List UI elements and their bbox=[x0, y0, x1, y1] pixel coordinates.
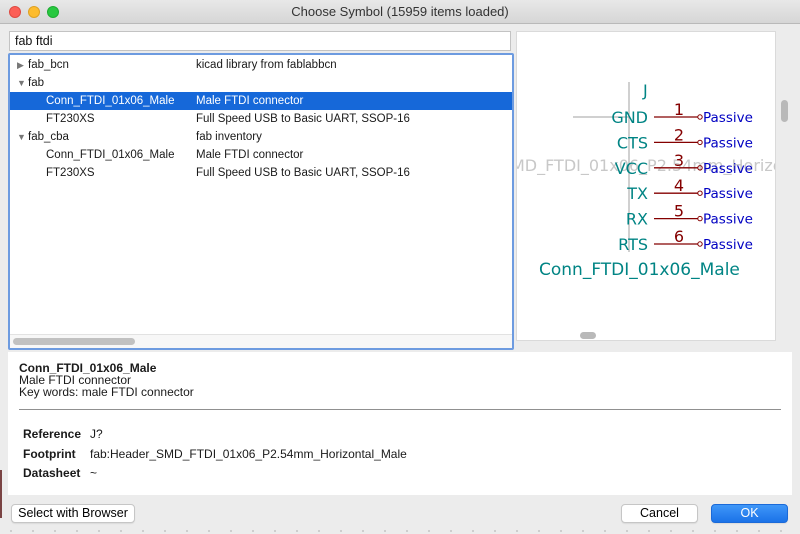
background-window-edge bbox=[0, 470, 2, 518]
library-row[interactable]: ▶ fab_bcn kicad library from fablabbcn bbox=[10, 56, 512, 74]
expand-arrow-icon[interactable]: ▶ bbox=[17, 56, 24, 74]
pin-name: GND bbox=[611, 108, 648, 127]
pin-name: CTS bbox=[617, 133, 648, 152]
pin-type: Passive bbox=[703, 212, 753, 228]
row-description: kicad library from fablabbcn bbox=[196, 59, 337, 71]
row-description: Full Speed USB to Basic UART, SSOP-16 bbox=[196, 113, 410, 125]
symbol-pin: TX 4 Passive bbox=[626, 176, 753, 203]
title-bar: Choose Symbol (15959 items loaded) bbox=[0, 0, 800, 24]
row-name: fab bbox=[28, 77, 44, 89]
pin-endpoint bbox=[697, 139, 703, 146]
ok-button[interactable]: OK bbox=[711, 504, 788, 523]
symbol-pin: CTS 2 Passive bbox=[617, 125, 753, 152]
footprint-label: Footprint bbox=[23, 447, 76, 461]
library-row[interactable]: ▼ fab_cba fab inventory bbox=[10, 128, 512, 146]
row-description: Male FTDI connector bbox=[196, 95, 304, 107]
symbol-preview-canvas: MD_FTDI_01x06_P2.54mm_Horizontal_Male J … bbox=[517, 81, 775, 280]
keywords-label: Key words: bbox=[19, 385, 79, 399]
preview-vertical-scrollbar[interactable] bbox=[781, 100, 788, 122]
cancel-button[interactable]: Cancel bbox=[621, 504, 698, 523]
row-name: Conn_FTDI_01x06_Male bbox=[46, 149, 175, 161]
collapse-arrow-icon[interactable]: ▼ bbox=[17, 74, 26, 92]
pin-number: 4 bbox=[674, 176, 684, 195]
footprint-value: fab:Header_SMD_FTDI_01x06_P2.54mm_Horizo… bbox=[90, 447, 407, 461]
datasheet-value: ~ bbox=[90, 466, 98, 480]
pin-name: TX bbox=[626, 184, 648, 203]
keywords-value: male FTDI connector bbox=[81, 385, 194, 399]
pin-name: VCC bbox=[615, 159, 648, 178]
pin-name: RTS bbox=[618, 235, 648, 254]
symbol-row[interactable]: Conn_FTDI_01x06_Male Male FTDI connector bbox=[10, 92, 512, 110]
pin-type: Passive bbox=[703, 135, 753, 151]
pin-number: 3 bbox=[674, 151, 684, 170]
symbol-pin: RX 5 Passive bbox=[626, 202, 753, 229]
symbol-reference: J bbox=[642, 81, 648, 100]
pin-number: 5 bbox=[674, 202, 684, 221]
symbol-row[interactable]: Conn_FTDI_01x06_Male Male FTDI connector bbox=[10, 146, 512, 164]
preview-horizontal-scrollbar[interactable] bbox=[580, 332, 596, 339]
pin-number: 6 bbox=[674, 227, 684, 246]
symbol-details-panel: Conn_FTDI_01x06_Male Male FTDI connector… bbox=[8, 352, 792, 495]
row-name: fab_cba bbox=[28, 131, 69, 143]
reference-label: Reference bbox=[23, 427, 82, 441]
pin-endpoint bbox=[697, 215, 703, 222]
pin-type: Passive bbox=[703, 161, 753, 177]
symbol-pin: RTS 6 Passive bbox=[618, 227, 753, 254]
search-input[interactable] bbox=[9, 31, 511, 51]
symbol-pin: GND 1 Passive bbox=[611, 100, 753, 127]
row-description: fab inventory bbox=[196, 131, 262, 143]
pin-endpoint bbox=[697, 241, 703, 247]
symbol-row[interactable]: FT230XS Full Speed USB to Basic UART, SSO… bbox=[10, 110, 512, 128]
row-name: FT230XS bbox=[46, 167, 95, 179]
row-description: Full Speed USB to Basic UART, SSOP-16 bbox=[196, 167, 410, 179]
details-divider bbox=[19, 409, 781, 410]
reference-value: J? bbox=[90, 427, 103, 441]
window-title: Choose Symbol (15959 items loaded) bbox=[291, 4, 509, 19]
symbol-tree[interactable]: ▶ fab_bcn kicad library from fablabbcn ▼ fab… bbox=[8, 53, 514, 350]
tree-scrollbar-thumb[interactable] bbox=[13, 338, 135, 345]
pin-endpoint bbox=[697, 190, 703, 196]
pin-type: Passive bbox=[703, 237, 753, 253]
tree-horizontal-scrollbar[interactable] bbox=[10, 334, 512, 348]
datasheet-label: Datasheet bbox=[23, 466, 81, 480]
pin-number: 2 bbox=[674, 125, 684, 144]
pin-type: Passive bbox=[703, 186, 753, 202]
select-with-browser-button[interactable]: Select with Browser bbox=[11, 504, 135, 523]
row-name: fab_bcn bbox=[28, 59, 69, 71]
symbol-preview: MD_FTDI_01x06_P2.54mm_Horizontal_Male J … bbox=[516, 31, 776, 341]
window-bottom-edge bbox=[0, 528, 800, 534]
pin-endpoint bbox=[697, 114, 703, 120]
row-name: FT230XS bbox=[46, 113, 95, 125]
symbol-value: Conn_FTDI_01x06_Male bbox=[539, 260, 740, 280]
pin-number: 1 bbox=[674, 100, 684, 119]
pin-type: Passive bbox=[703, 110, 753, 126]
row-description: Male FTDI connector bbox=[196, 149, 304, 161]
library-row[interactable]: ▼ fab bbox=[10, 74, 512, 92]
row-name: Conn_FTDI_01x06_Male bbox=[46, 95, 175, 107]
collapse-arrow-icon[interactable]: ▼ bbox=[17, 128, 26, 146]
pin-name: RX bbox=[626, 210, 648, 229]
symbol-row[interactable]: FT230XS Full Speed USB to Basic UART, SSO… bbox=[10, 164, 512, 182]
details-keywords: Key words: male FTDI connector bbox=[19, 385, 194, 399]
